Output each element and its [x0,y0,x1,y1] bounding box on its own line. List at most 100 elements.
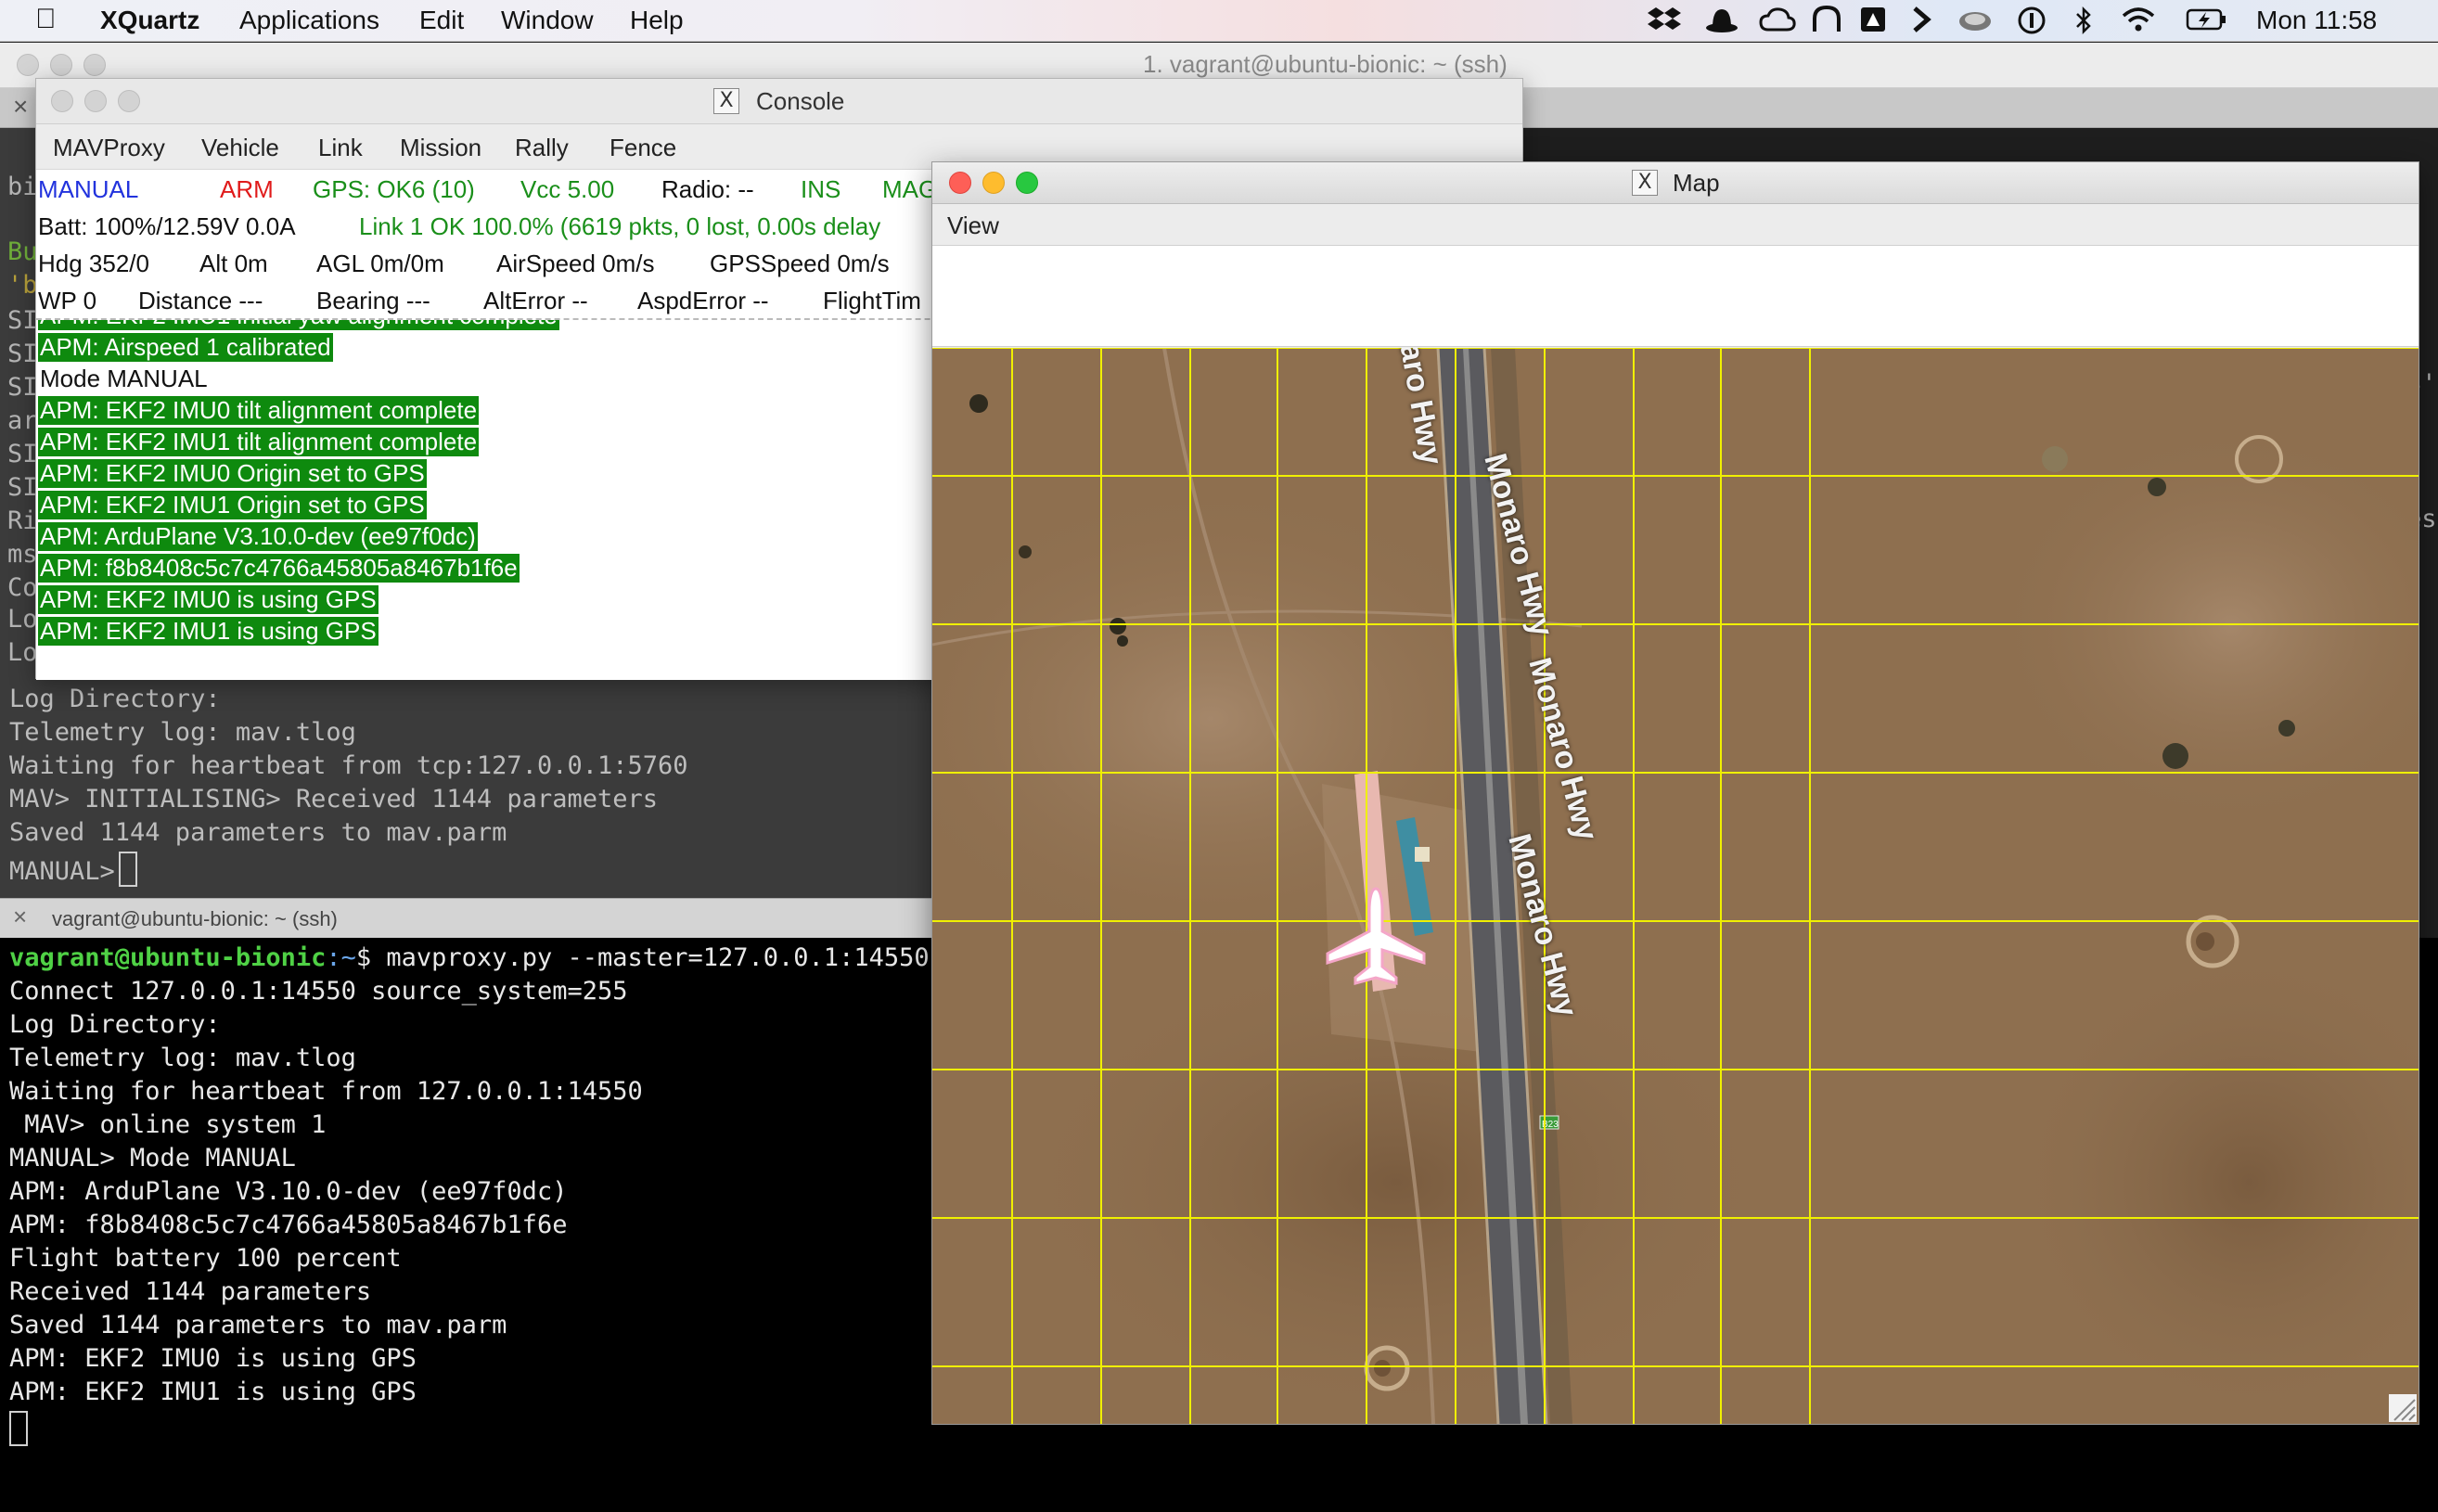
menu-mavproxy[interactable]: MAVProxy [53,134,165,162]
prompt-user: vagrant@ubuntu-bionic [9,943,327,972]
status-heading: Hdg 352/0 [38,250,149,277]
apple-menu-icon[interactable]:  [35,4,57,35]
menu-help[interactable]: Help [630,6,684,35]
close-tab-icon[interactable]: × [13,903,27,931]
menu-vehicle[interactable]: Vehicle [201,134,279,162]
hat-icon[interactable] [1705,6,1739,40]
status-distance: Distance --- [138,287,263,314]
satellite-map: B23 [932,348,2419,1424]
menu-view[interactable]: View [947,211,999,240]
battery-icon[interactable] [2186,6,2228,40]
terminal-fragment: Lo [7,605,38,634]
terminal-fragment: SI [7,473,38,502]
bluetooth-icon[interactable] [2074,6,2093,42]
map-canvas[interactable]: B23 aro Hwy Monaro Hwy Monaro Hwy Monaro… [932,348,2419,1424]
terminal-fragment: Ri [7,506,38,535]
terminal-fragment: 'b [7,271,38,300]
terminal-line: MAV> INITIALISING> Received 1144 paramet… [9,785,658,814]
close-button[interactable] [949,172,971,194]
minimize-button[interactable] [982,172,1005,194]
x11-icon: X [1632,170,1658,196]
macos-menubar:  XQuartz Applications Edit Window Help … [0,0,2438,64]
zoom-button[interactable] [118,90,140,112]
zoom-button[interactable] [83,54,106,76]
console-titlebar: X Console [36,79,1522,124]
terminal-fragment: Lo [7,638,38,667]
command-text: $ mavproxy.py --master=127.0.0.1:14550 [355,943,930,972]
close-button[interactable] [17,54,39,76]
terminal-fragment: SI [7,373,38,402]
terminal-cursor-line [9,1411,28,1446]
status-ins: INS [801,175,841,203]
status-aspderror: AspdError -- [637,287,769,314]
log-line: APM: f8b8408c5c7c4766a45805a8467b1f6e [38,554,520,583]
menu-applications[interactable]: Applications [239,6,379,35]
terminal-line: APM: EKF2 IMU0 is using GPS [9,1344,417,1373]
minimize-button[interactable] [84,90,107,112]
resize-grip-icon[interactable] [2389,1394,2417,1422]
drive-icon[interactable] [1859,6,1887,40]
status-battery: Batt: 100%/12.59V 0.0A [38,212,296,240]
terminal-line: Telemetry log: mav.tlog [9,1044,356,1072]
terminal-line: Saved 1144 parameters to mav.parm [9,1311,507,1339]
x11-icon: X [713,88,739,114]
terminal-line: APM: EKF2 IMU1 is using GPS [9,1377,417,1406]
terminal-fragment: SI [7,340,38,368]
status-gpsspeed: GPSSpeed 0m/s [710,250,890,277]
terminal-line: Log Directory: [9,685,221,713]
status-radio: Radio: -- [661,175,754,203]
iterm-bottom-tabbar: × vagrant@ubuntu-bionic: ~ (ssh) [0,898,933,939]
log-line: APM: EKF2 IMU1 is using GPS [38,617,379,646]
close-tab-icon[interactable]: × [13,92,28,122]
terminal-cursor [118,852,137,887]
wifi-icon[interactable] [2121,6,2156,40]
menu-mission[interactable]: Mission [400,134,481,162]
menu-rally[interactable]: Rally [515,134,569,162]
terminal-line: Waiting for heartbeat from 127.0.0.1:145… [9,1077,643,1106]
menu-fence[interactable]: Fence [610,134,676,162]
minimize-button[interactable] [50,54,72,76]
tab-title[interactable]: vagrant@ubuntu-bionic: ~ (ssh) [52,907,338,931]
log-line: APM: EKF2 IMU0 Origin set to GPS [38,459,427,488]
prompt-path: :~ [326,943,356,972]
terminal-fragment: bi [7,173,38,201]
log-line: APM: EKF2 IMU0 tilt alignment complete [38,396,480,425]
terminal-fragment: Bu [7,237,38,266]
log-line: APM: EKF2 IMU1 tilt alignment complete [38,428,480,456]
onepassword-icon[interactable] [2017,6,2047,42]
log-line: APM: EKF2 IMU0 is using GPS [38,585,379,614]
cat-icon[interactable] [1957,6,1993,40]
menu-edit[interactable]: Edit [419,6,464,35]
status-alterror: AltError -- [483,287,588,314]
status-agl: AGL 0m/0m [316,250,444,277]
log-line: APM: EKF2 IMU1 initial yaw alignment com… [38,320,559,330]
arch-icon[interactable] [1811,5,1842,40]
close-button[interactable] [51,90,73,112]
prompt-text: MANUAL> [9,857,115,886]
terminal-line: APM: ArduPlane V3.10.0-dev (ee97f0dc) [9,1177,568,1206]
app-name-menu[interactable]: XQuartz [100,6,199,35]
terminal-line: MAV> online system 1 [9,1110,327,1139]
terminal-line: Telemetry log: mav.tlog [9,718,356,747]
status-bearing: Bearing --- [316,287,430,314]
map-menubar: View [932,204,2419,246]
status-airspeed: AirSpeed 0m/s [496,250,655,277]
status-gps: GPS: OK6 (10) [313,175,475,203]
status-arm: ARM [220,175,274,203]
log-line: APM: Airspeed 1 calibrated [38,333,333,362]
terminal-line: APM: f8b8408c5c7c4766a45805a8467b1f6e [9,1211,568,1239]
terminal-line: MANUAL> Mode MANUAL [9,1144,296,1172]
cloud-icon[interactable] [1759,6,1796,40]
menu-link[interactable]: Link [318,134,363,162]
status-flighttime: FlightTim [823,287,921,314]
menu-window[interactable]: Window [501,6,594,35]
chevron-icon[interactable] [1911,6,1931,40]
window-title: Console [756,87,845,115]
zoom-button[interactable] [1016,172,1038,194]
window-title: Map [1673,169,1720,197]
terminal-command-line: vagrant@ubuntu-bionic:~$ mavproxy.py --m… [9,943,930,972]
status-mode: MANUAL [38,175,139,203]
terminal-cursor [9,1411,28,1446]
dropbox-icon[interactable] [1648,6,1681,40]
status-mag: MAG [882,175,938,203]
